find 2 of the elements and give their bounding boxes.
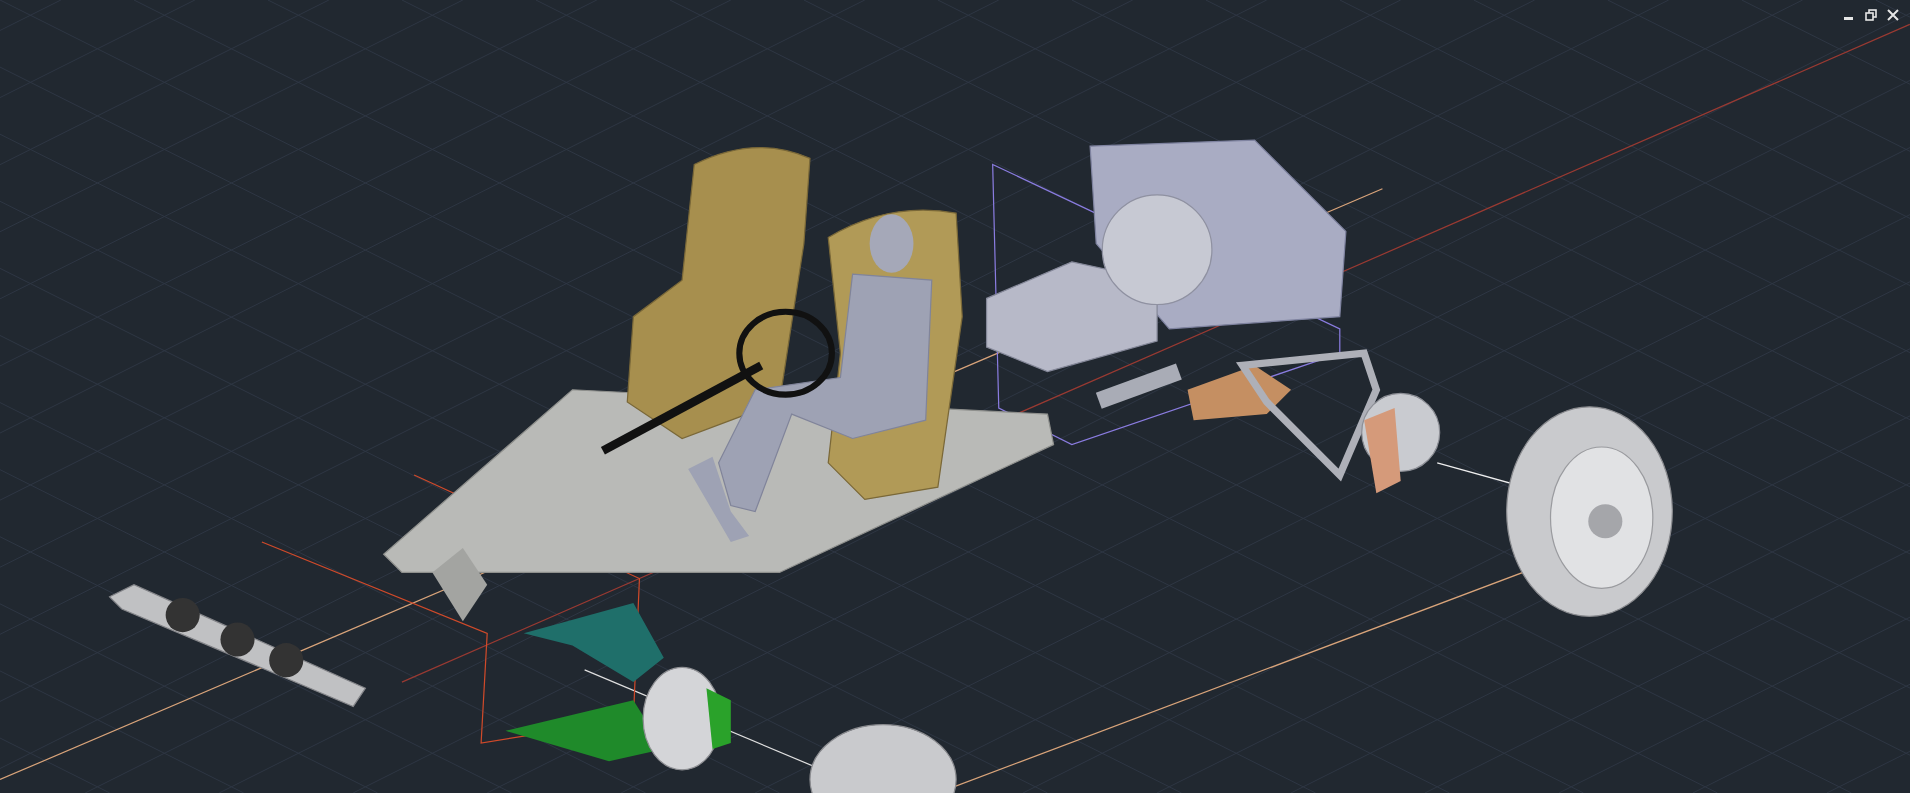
restore-icon[interactable] <box>1864 8 1878 22</box>
close-icon[interactable] <box>1886 8 1900 22</box>
